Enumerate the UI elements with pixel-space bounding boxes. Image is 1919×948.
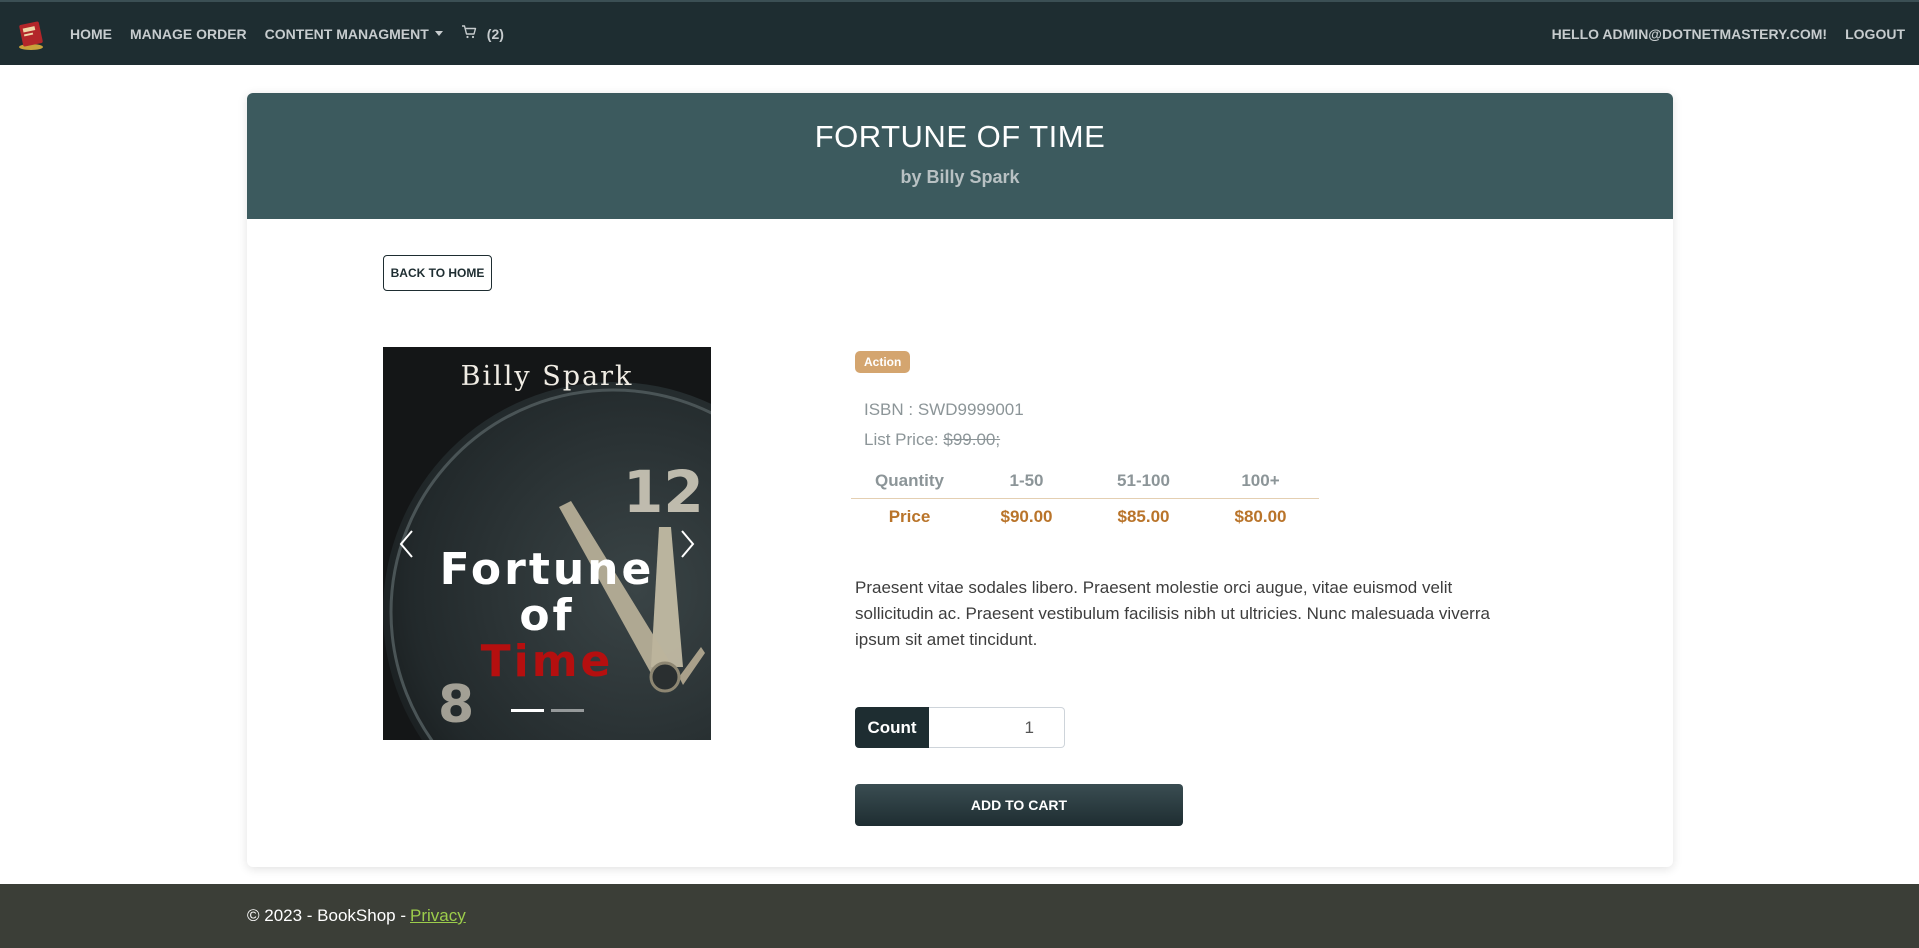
product-details-card: FORTUNE OF TIME by Billy Spark BACK TO H… bbox=[247, 93, 1673, 867]
nav-cart[interactable]: (2) bbox=[461, 25, 504, 42]
nav-home[interactable]: HOME bbox=[70, 26, 112, 42]
footer-privacy-link[interactable]: Privacy bbox=[410, 906, 466, 926]
chevron-left-icon bbox=[399, 530, 413, 558]
price-table-header-cell: Quantity bbox=[875, 470, 944, 490]
price-table-price-cell: $90.00 bbox=[1000, 507, 1053, 526]
bookshop-logo-icon[interactable] bbox=[14, 17, 48, 51]
cover-title-line3: Time bbox=[480, 636, 614, 687]
back-to-home-button[interactable]: BACK TO HOME bbox=[383, 255, 492, 291]
price-table-price-cell: Price bbox=[888, 507, 931, 526]
price-table-price-row: Price $90.00 $85.00 $80.00 bbox=[851, 499, 1319, 535]
carousel-indicator-1[interactable] bbox=[510, 709, 544, 712]
nav-manage-order[interactable]: MANAGE ORDER bbox=[130, 26, 247, 42]
isbn-text: ISBN : SWD9999001 bbox=[864, 400, 1024, 419]
carousel-next-button[interactable] bbox=[675, 525, 701, 563]
list-price: List Price: $99.00; bbox=[864, 430, 1000, 450]
footer-copyright: © 2023 - BookShop - bbox=[247, 906, 407, 925]
price-table-header-cell: 51-100 bbox=[1117, 470, 1170, 490]
nav-right-group: HELLO ADMIN@DOTNETMASTERY.COM! LOGOUT bbox=[1534, 26, 1905, 42]
list-price-label: List Price: bbox=[864, 430, 944, 449]
price-table-header-row: Quantity 1-50 51-100 100+ bbox=[851, 463, 1319, 499]
price-table-header-cell: 1-50 bbox=[1009, 470, 1044, 490]
footer: © 2023 - BookShop - Privacy bbox=[0, 884, 1919, 948]
chevron-down-icon bbox=[434, 31, 443, 36]
cover-title-line1: Fortune bbox=[439, 544, 655, 595]
nav-logout[interactable]: LOGOUT bbox=[1845, 26, 1905, 42]
carousel-indicator-2[interactable] bbox=[550, 709, 584, 712]
count-label: Count bbox=[855, 707, 929, 748]
nav-user-greeting[interactable]: HELLO ADMIN@DOTNETMASTERY.COM! bbox=[1552, 26, 1828, 42]
book-description: Praesent vitae sodales libero. Praesent … bbox=[855, 578, 1490, 649]
list-price-value: $99.00; bbox=[943, 430, 1001, 449]
svg-text:12: 12 bbox=[623, 458, 704, 526]
carousel-indicators bbox=[383, 709, 711, 712]
cart-icon bbox=[461, 25, 477, 42]
book-cover-carousel: 12 8 Billy Spark Fortune of Time bbox=[383, 347, 711, 740]
nav-content-management-label: CONTENT MANAGMENT bbox=[264, 25, 429, 42]
count-input[interactable] bbox=[929, 707, 1065, 748]
book-author: by Billy Spark bbox=[900, 167, 1020, 187]
top-navbar: HOME MANAGE ORDER CONTENT MANAGMENT (2) … bbox=[0, 0, 1919, 65]
bulk-price-table: Quantity 1-50 51-100 100+ Price $90.00 $… bbox=[851, 463, 1319, 535]
price-table-header-cell: 100+ bbox=[1241, 470, 1280, 490]
cover-title-line2: of bbox=[519, 590, 575, 641]
add-to-cart-button[interactable]: ADD TO CART bbox=[855, 784, 1183, 826]
cover-author-text: Billy Spark bbox=[460, 361, 634, 392]
cart-count: (2) bbox=[486, 25, 504, 42]
price-table-price-cell: $80.00 bbox=[1234, 507, 1287, 526]
nav-content-management-dropdown[interactable]: CONTENT MANAGMENT bbox=[265, 26, 443, 42]
category-badge: Action bbox=[855, 351, 911, 373]
card-header: FORTUNE OF TIME by Billy Spark bbox=[247, 93, 1673, 219]
book-title: FORTUNE OF TIME bbox=[814, 119, 1106, 154]
price-table-price-cell: $85.00 bbox=[1117, 507, 1170, 526]
count-input-group: Count bbox=[855, 707, 1065, 748]
carousel-prev-button[interactable] bbox=[393, 525, 419, 563]
chevron-right-icon bbox=[681, 530, 695, 558]
cover-title-text: Fortune of Time bbox=[383, 547, 711, 685]
